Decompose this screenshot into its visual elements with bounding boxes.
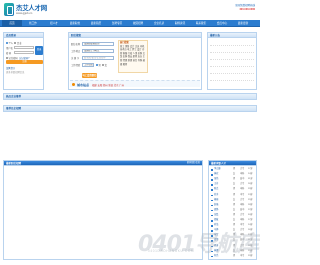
field-label-location: 工作地点 xyxy=(71,51,81,53)
field-label-keyword: 关 键 字 xyxy=(71,58,80,60)
nav-item-find-job[interactable]: 找工作 xyxy=(23,20,43,27)
bullet-icon xyxy=(211,204,213,207)
notice-divider xyxy=(210,52,254,53)
logo-icon xyxy=(4,3,14,16)
location-pin-icon xyxy=(72,83,75,86)
bullet-icon xyxy=(211,220,213,222)
more-jobs-link[interactable]: 更多职位信息 xyxy=(187,161,200,166)
nav-item-latest-jobs[interactable]: 最新职位 xyxy=(65,20,85,27)
city-bar: 城市站点 福建 安阳 郑州 新县 北京 广州 xyxy=(70,80,200,87)
bullet-icon xyxy=(211,179,213,181)
tip-text: 更多求职招聘信息 xyxy=(6,72,25,74)
bullet-icon xyxy=(211,199,213,202)
login-panel: 会员登录 个人 企业 用户名 密 码 登录 记住密码 忘记密码? 注册 温馨提示… xyxy=(3,32,44,90)
bullet-icon xyxy=(211,214,213,217)
register-button[interactable]: 注册 xyxy=(6,60,43,64)
watermark-text: 0401导航库 xyxy=(138,232,259,257)
latest-talent-title: 最新求职人才 xyxy=(209,161,256,166)
login-title: 会员登录 xyxy=(4,33,43,38)
featured-companies-title: 热点企业推荐 xyxy=(4,94,256,99)
nav-item-home[interactable]: 首页 xyxy=(2,20,22,27)
search-title: 职位搜索 xyxy=(69,33,201,38)
bullet-icon xyxy=(211,209,213,212)
nav-item-updates[interactable]: 最新更新 xyxy=(233,20,253,27)
header-contact: 全国免费招聘热线 400-000-0000 xyxy=(235,4,255,12)
hot-search-keywords[interactable]: 普工 销售 会计 文员 司机 技术员 电工 焊工 设计 仓管 客服 行政 人事 … xyxy=(120,46,146,68)
bullet-icon xyxy=(211,194,213,196)
notice-divider xyxy=(210,80,254,81)
field-label-position: 职位名称 xyxy=(71,44,81,46)
main-nav: 首页 找工作 招人才 最新职位 最新简历 急聘专区 校园招聘 企业名录 职场资讯… xyxy=(0,20,260,27)
notice-panel: 最新公告 xyxy=(207,32,257,90)
site-header: 杰艾人才网 www.gjjob.cn 全国免费招聘热线 400-000-0000 xyxy=(0,0,260,20)
nav-item-member[interactable]: 会员中心 xyxy=(212,20,232,27)
bullet-icon xyxy=(211,169,213,171)
nav-item-urgent[interactable]: 急聘专区 xyxy=(107,20,127,27)
radio-male-label: 男 xyxy=(98,65,101,67)
page: 杰艾人才网 www.gjjob.cn 全国免费招聘热线 400-000-0000… xyxy=(0,0,260,265)
password-label: 密 码 xyxy=(6,53,12,55)
location-select[interactable]: 请选择工作地点 xyxy=(82,48,114,53)
notice-title: 最新公告 xyxy=(208,33,256,38)
notice-divider xyxy=(210,45,254,46)
bullet-icon xyxy=(211,189,213,191)
login-button[interactable]: 登录 xyxy=(35,45,43,55)
search-button[interactable]: 马上查找职位 xyxy=(82,73,97,78)
nav-item-campus[interactable]: 校园招聘 xyxy=(128,20,148,27)
watermark: 0401导航库 0401DAOHANGKU.COM xyxy=(138,226,259,258)
notice-divider xyxy=(210,66,254,67)
featured-companies-bar: 热点企业推荐 xyxy=(3,93,257,100)
radio-person-label: 个人 xyxy=(8,43,14,45)
notice-divider xyxy=(210,59,254,60)
position-select[interactable]: 请选择职能类别 xyxy=(82,41,114,46)
city-links[interactable]: 福建 安阳 郑州 新县 北京 广州 xyxy=(92,83,124,87)
password-input[interactable] xyxy=(14,50,34,54)
nav-item-contact[interactable]: 联系我们 xyxy=(191,20,211,27)
nav-item-companies[interactable]: 企业名录 xyxy=(149,20,169,27)
bullet-icon xyxy=(211,184,213,186)
username-label: 用户名 xyxy=(6,48,13,50)
search-panel: 职位搜索 职位名称 请选择职能类别 工作地点 请选择工作地点 关 键 字 如:姓… xyxy=(68,32,202,90)
nav-item-news[interactable]: 职场资讯 xyxy=(170,20,190,27)
famous-companies-bar: 推荐名企招聘 xyxy=(3,105,257,112)
site-logo[interactable]: 杰艾人才网 www.gjjob.cn xyxy=(4,3,47,16)
nav-item-find-talent[interactable]: 招人才 xyxy=(44,20,64,27)
login-type: 个人 企业 xyxy=(6,41,22,45)
bullet-icon xyxy=(211,174,213,176)
header-phone: 400-000-0000 xyxy=(239,8,255,11)
logo-url: www.gjjob.cn xyxy=(16,11,33,15)
latest-jobs-title: 最新职位招聘 xyxy=(4,161,202,166)
nav-item-latest-resumes[interactable]: 最新简历 xyxy=(86,20,106,27)
city-label: 城市站点 xyxy=(77,82,90,87)
keyword-input[interactable]: 如:姓名/职位/企业名称 xyxy=(82,55,114,60)
watermark-subtext: 0401DAOHANGKU.COM xyxy=(148,249,195,253)
username-input[interactable] xyxy=(14,45,34,49)
hot-search-box: 热门搜索 普工 销售 会计 文员 司机 技术员 电工 焊工 设计 仓管 客服 行… xyxy=(118,40,148,73)
gender-options: 男 女 xyxy=(96,63,107,67)
experience-select[interactable]: 工作经验 xyxy=(82,62,94,67)
radio-female-label: 女 xyxy=(104,65,107,67)
field-label-experience: 工作经验 xyxy=(71,65,81,67)
notice-divider xyxy=(210,73,254,74)
famous-companies-title: 推荐名企招聘 xyxy=(4,106,256,111)
